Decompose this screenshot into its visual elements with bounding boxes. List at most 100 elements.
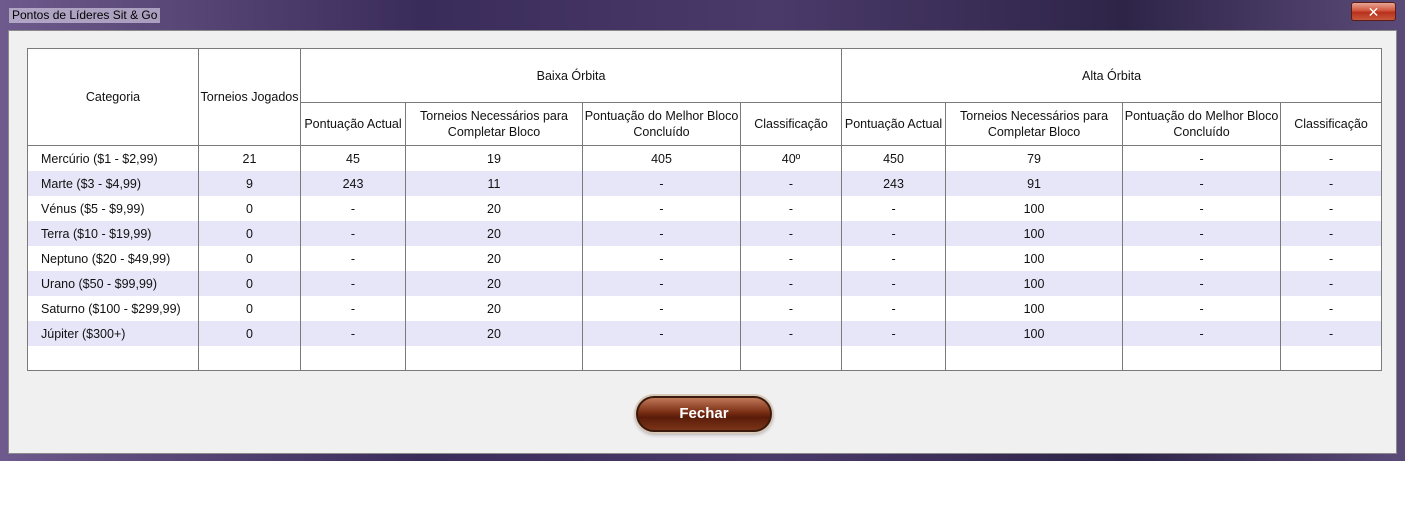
cell-low-current-score: - bbox=[300, 221, 406, 246]
cell-category: Saturno ($100 - $299,99) bbox=[27, 296, 199, 321]
empty-cell bbox=[945, 346, 1124, 371]
cell-high-current-score: - bbox=[841, 321, 947, 346]
title-bar[interactable]: Pontos de Líderes Sit & Go ✕ bbox=[0, 0, 1405, 30]
cell-high-current-score: - bbox=[841, 296, 947, 321]
cell-high-current-score: - bbox=[841, 246, 947, 271]
cell-tournaments-played: 21 bbox=[198, 145, 301, 171]
cell-low-best-block-score: - bbox=[582, 221, 741, 246]
table-row[interactable]: Vénus ($5 - $9,99) 0-20- - -100- - bbox=[27, 196, 1383, 221]
cell-high-tournaments-needed: 100 bbox=[945, 296, 1124, 321]
cell-category: Mercúrio ($1 - $2,99) bbox=[27, 145, 199, 171]
empty-cell bbox=[198, 346, 301, 371]
cell-tournaments-played: 0 bbox=[198, 196, 301, 221]
cell-category: Neptuno ($20 - $49,99) bbox=[27, 246, 199, 271]
header-ranking: Classificação bbox=[1280, 102, 1383, 146]
cell-low-current-score: - bbox=[300, 196, 406, 221]
cell-low-tournaments-needed: 20 bbox=[405, 221, 583, 246]
cell-high-ranking: - bbox=[1280, 321, 1383, 346]
cell-low-best-block-score: - bbox=[582, 246, 741, 271]
header-ranking: Classificação bbox=[739, 102, 843, 146]
cell-low-ranking: - bbox=[739, 196, 843, 221]
cell-high-best-block-score: - bbox=[1122, 196, 1282, 221]
header-current-score: Pontuação Actual bbox=[300, 102, 406, 146]
cell-high-tournaments-needed: 100 bbox=[945, 246, 1124, 271]
cell-high-current-score: - bbox=[841, 221, 947, 246]
table-row[interactable]: Mercúrio ($1 - $2,99) 21 45 19 405 40º 450 79- - bbox=[27, 145, 1383, 171]
cell-high-ranking: - bbox=[1280, 271, 1383, 296]
table-row[interactable]: Terra ($10 - $19,99) 0-20- - -100- - bbox=[27, 221, 1383, 246]
table-row[interactable]: Urano ($50 - $99,99) 0-20- - -100- - bbox=[27, 271, 1383, 296]
dialog-content: Categoria Torneios Jogados Baixa Órbita … bbox=[8, 30, 1397, 454]
empty-cell bbox=[300, 346, 406, 371]
cell-low-tournaments-needed: 11 bbox=[405, 171, 583, 196]
table-row[interactable]: Saturno ($100 - $299,99) 0-20- - -100- - bbox=[27, 296, 1383, 321]
cell-category: Terra ($10 - $19,99) bbox=[27, 221, 199, 246]
empty-cell bbox=[841, 346, 947, 371]
cell-high-tournaments-needed: 79 bbox=[945, 145, 1124, 171]
empty-row bbox=[27, 346, 1383, 371]
cell-low-ranking: - bbox=[739, 271, 843, 296]
cell-high-ranking: - bbox=[1280, 196, 1383, 221]
cell-high-best-block-score: - bbox=[1122, 271, 1282, 296]
cell-low-ranking: - bbox=[739, 171, 843, 196]
cell-low-ranking: - bbox=[739, 221, 843, 246]
cell-high-best-block-score: - bbox=[1122, 145, 1282, 171]
cell-low-ranking: - bbox=[739, 296, 843, 321]
cell-high-current-score: - bbox=[841, 271, 947, 296]
cell-high-tournaments-needed: 100 bbox=[945, 271, 1124, 296]
cell-high-best-block-score: - bbox=[1122, 321, 1282, 346]
header-best-block-score: Pontuação do Melhor Bloco Concluído bbox=[582, 102, 741, 146]
cell-tournaments-played: 0 bbox=[198, 321, 301, 346]
cell-low-tournaments-needed: 20 bbox=[405, 196, 583, 221]
cell-high-current-score: - bbox=[841, 196, 947, 221]
cell-low-current-score: - bbox=[300, 271, 406, 296]
header-best-block-score: Pontuação do Melhor Bloco Concluído bbox=[1122, 102, 1282, 146]
empty-cell bbox=[1122, 346, 1282, 371]
cell-low-current-score: - bbox=[300, 246, 406, 271]
cell-low-current-score: 243 bbox=[300, 171, 406, 196]
cell-tournaments-played: 0 bbox=[198, 296, 301, 321]
empty-cell bbox=[582, 346, 741, 371]
cell-high-ranking: - bbox=[1280, 296, 1383, 321]
cell-low-best-block-score: - bbox=[582, 271, 741, 296]
close-button[interactable]: Fechar bbox=[636, 396, 772, 432]
table-row[interactable]: Marte ($3 - $4,99) 9 243 11- -243 91- - bbox=[27, 171, 1383, 196]
cell-high-ranking: - bbox=[1280, 246, 1383, 271]
window-title: Pontos de Líderes Sit & Go bbox=[9, 8, 161, 23]
cell-high-best-block-score: - bbox=[1122, 171, 1282, 196]
cell-low-ranking: - bbox=[739, 321, 843, 346]
cell-high-current-score: 450 bbox=[841, 145, 947, 171]
table-row[interactable]: Júpiter ($300+) 0-20- - -100- - bbox=[27, 321, 1383, 346]
cell-high-tournaments-needed: 100 bbox=[945, 196, 1124, 221]
cell-low-ranking: - bbox=[739, 246, 843, 271]
header-tournaments-needed: Torneios Necessários para Completar Bloc… bbox=[945, 102, 1124, 146]
empty-cell bbox=[27, 346, 199, 371]
empty-cell bbox=[739, 346, 843, 371]
cell-high-best-block-score: - bbox=[1122, 221, 1282, 246]
cell-tournaments-played: 9 bbox=[198, 171, 301, 196]
table-row[interactable]: Neptuno ($20 - $49,99) 0-20- - -100- - bbox=[27, 246, 1383, 271]
cell-high-best-block-score: - bbox=[1122, 246, 1282, 271]
header-tournaments-played: Torneios Jogados bbox=[198, 48, 301, 146]
cell-low-best-block-score: 405 bbox=[582, 145, 741, 171]
cell-tournaments-played: 0 bbox=[198, 221, 301, 246]
empty-cell bbox=[1280, 346, 1383, 371]
leaderboard-window: Pontos de Líderes Sit & Go ✕ Categoria T… bbox=[0, 0, 1405, 461]
cell-high-ranking: - bbox=[1280, 221, 1383, 246]
cell-low-ranking: 40º bbox=[739, 145, 843, 171]
header-low-orbit: Baixa Órbita bbox=[299, 48, 843, 103]
close-icon[interactable]: ✕ bbox=[1351, 2, 1396, 21]
cell-low-best-block-score: - bbox=[582, 321, 741, 346]
cell-low-best-block-score: - bbox=[582, 171, 741, 196]
leaderboard-table: Categoria Torneios Jogados Baixa Órbita … bbox=[27, 48, 1383, 371]
cell-high-tournaments-needed: 100 bbox=[945, 321, 1124, 346]
cell-high-tournaments-needed: 100 bbox=[945, 221, 1124, 246]
cell-low-current-score: - bbox=[300, 296, 406, 321]
cell-low-tournaments-needed: 20 bbox=[405, 271, 583, 296]
cell-high-ranking: - bbox=[1280, 145, 1383, 171]
cell-tournaments-played: 0 bbox=[198, 271, 301, 296]
cell-low-tournaments-needed: 20 bbox=[405, 246, 583, 271]
empty-cell bbox=[405, 346, 583, 371]
header-current-score: Pontuação Actual bbox=[841, 102, 947, 146]
header-high-orbit: Alta Órbita bbox=[841, 48, 1383, 103]
